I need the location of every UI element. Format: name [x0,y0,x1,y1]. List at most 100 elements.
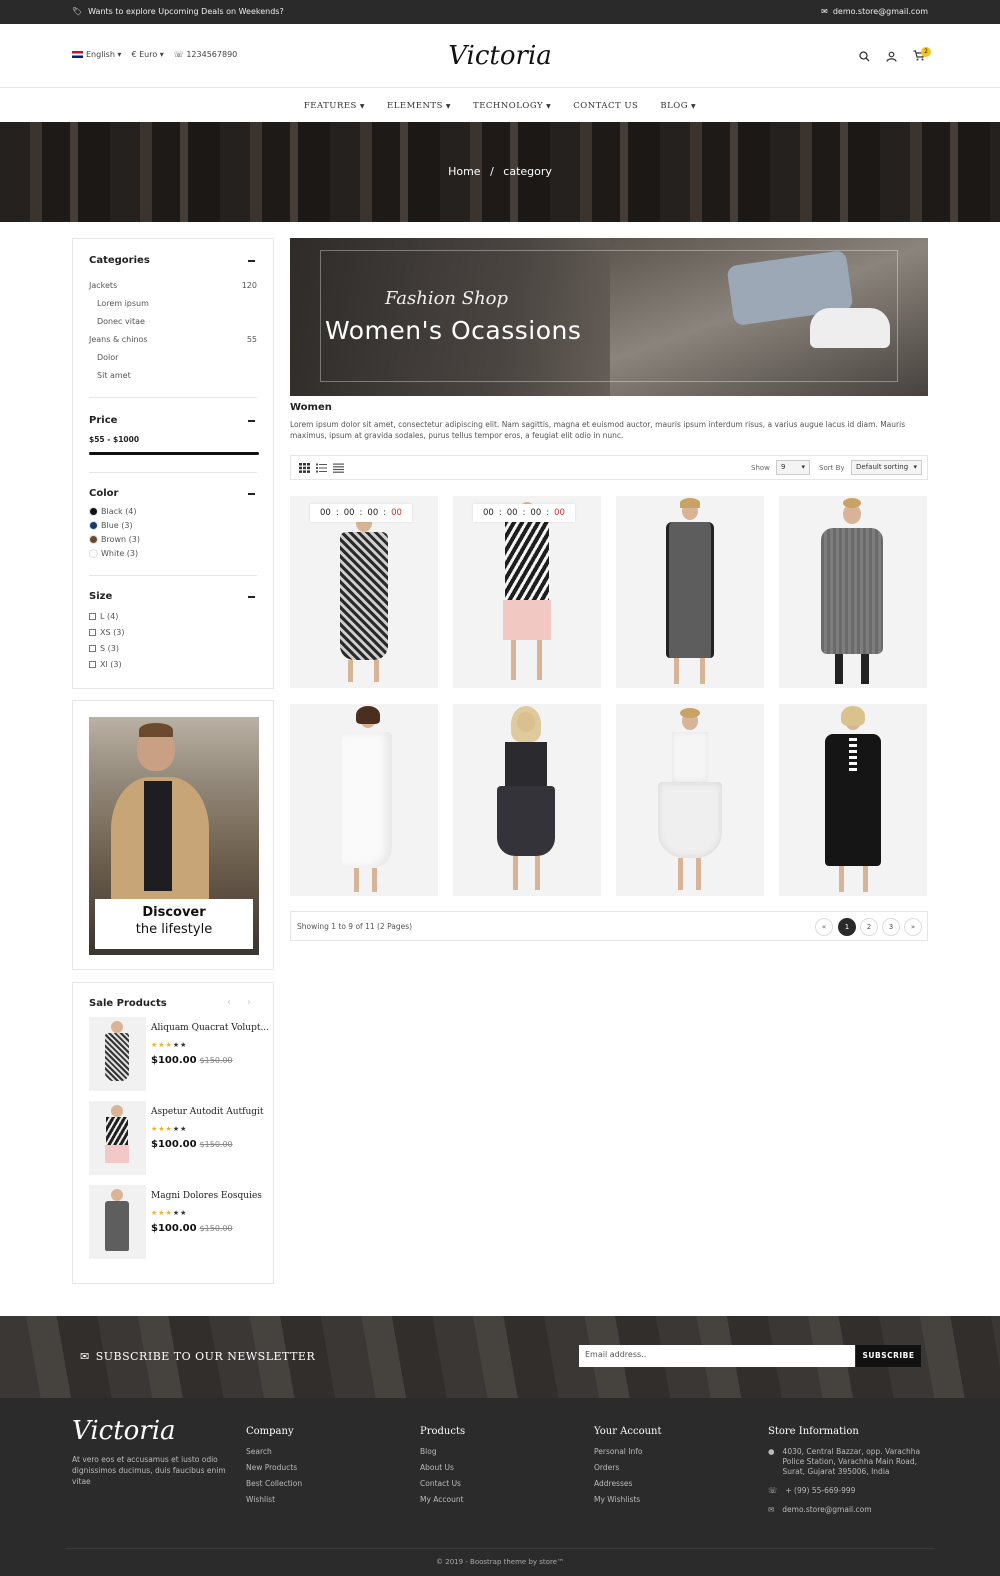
footer-link-personal-info[interactable]: Personal Info [594,1447,662,1456]
collapse-categories-icon[interactable] [248,260,255,262]
old-price: $150.00 [199,1140,233,1149]
product-card[interactable] [779,704,927,896]
sale-product-item[interactable]: Aspetur Autodit Autfugit ★★★★★ $100.00 $1… [89,1101,264,1175]
category-lorem-ipsum[interactable]: Lorem ipsum [97,299,257,308]
show-select[interactable]: 9 ▾ [776,460,810,475]
size-xs-checkbox[interactable]: XS (3) [89,628,124,637]
footer-link-my-account[interactable]: My Account [420,1495,465,1504]
product-name[interactable]: Aspetur Autodit Autfugit [151,1107,264,1117]
footer-link-orders[interactable]: Orders [594,1463,662,1472]
footer-link-blog[interactable]: Blog [420,1447,465,1456]
pagination-page-2[interactable]: 2 [860,918,878,936]
banner-title: Women's Ocassions [325,316,582,345]
price-range-value: $55 - $1000 [89,435,140,444]
breadcrumb-home[interactable]: Home [448,165,480,178]
promo-text: Wants to explore Upcoming Deals on Weeke… [88,7,284,16]
category-jackets[interactable]: Jackets 120 [89,281,257,290]
collapse-color-icon[interactable] [248,493,255,495]
show-label: Show [751,464,770,472]
color-title: Color [89,488,119,499]
rating-stars: ★★★★★ [151,1041,188,1049]
color-black[interactable]: Black (4) [89,507,137,516]
pagination-page-3[interactable]: 3 [882,918,900,936]
pagination-prev[interactable]: « [815,918,833,936]
collapse-size-icon[interactable] [248,596,255,598]
sale-products-title: Sale Products [89,998,167,1009]
product-thumbnail[interactable] [89,1017,146,1091]
category-sit-amet[interactable]: Sit amet [97,371,257,380]
compact-list-icon[interactable] [333,463,344,473]
site-logo[interactable]: Victoria [0,41,1000,71]
nav-blog[interactable]: BLOG ▼ [660,101,696,111]
product-thumbnail[interactable] [89,1185,146,1259]
nav-technology[interactable]: TECHNOLOGY ▼ [473,101,551,111]
footer-link-search[interactable]: Search [246,1447,302,1456]
product-card[interactable] [453,704,601,896]
footer-link-contact-us[interactable]: Contact Us [420,1479,465,1488]
footer-link-best-collection[interactable]: Best Collection [246,1479,302,1488]
sale-product-item[interactable]: Aliquam Quacrat Volupt... ★★★★★ $100.00 $… [89,1017,269,1091]
category-dolor[interactable]: Dolor [97,353,257,362]
sale-products-panel: Sale Products ‹ › Aliquam Quacrat Volupt… [72,982,274,1284]
subscribe-button[interactable]: SUBSCRIBE [856,1345,921,1367]
prev-arrow-icon[interactable]: ‹ [227,997,231,1008]
user-icon[interactable] [886,51,897,62]
breadcrumb-separator: / [490,165,494,178]
grid-view-icon[interactable] [299,463,310,473]
product-price: $100.00 $150.00 [151,1055,233,1066]
pagination-next[interactable]: » [904,918,922,936]
footer-link-my-wishlists[interactable]: My Wishlists [594,1495,662,1504]
product-card[interactable]: 00:00:00:00 [453,496,601,688]
product-price: $100.00 $150.00 [151,1139,233,1150]
sort-select[interactable]: Default sorting ▾ [851,460,922,475]
cart-count-badge: 2 [921,47,931,57]
product-card[interactable] [779,496,927,688]
product-card[interactable] [616,496,764,688]
tag-icon: 🏷 [72,7,83,16]
promo-line2: the lifestyle [135,922,213,937]
category-jeans-chinos[interactable]: Jeans & chinos 55 [89,335,257,344]
product-thumbnail[interactable] [89,1101,146,1175]
footer-link-new-products[interactable]: New Products [246,1463,302,1472]
topbar-email[interactable]: demo.store@gmail.com [833,7,928,16]
promo-image[interactable]: Discover the lifestyle [89,717,259,955]
search-icon[interactable] [859,51,870,62]
pagination-bar: Showing 1 to 9 of 11 (2 Pages) « 1 2 3 » [290,911,928,941]
footer-link-wishlist[interactable]: Wishlist [246,1495,302,1504]
price-slider[interactable] [89,452,259,455]
category-donec-vitae[interactable]: Donec vitae [97,317,257,326]
size-l-checkbox[interactable]: L (4) [89,612,118,621]
product-name[interactable]: Aliquam Quacrat Volupt... [151,1023,269,1033]
color-white[interactable]: White (3) [89,549,138,558]
color-blue[interactable]: Blue (3) [89,521,133,530]
footer-link-addresses[interactable]: Addresses [594,1479,662,1488]
mail-icon: ✉ [80,1350,90,1363]
nav-elements[interactable]: ELEMENTS ▼ [387,101,451,111]
size-s-checkbox[interactable]: S (3) [89,644,119,653]
location-pin-icon: ● [768,1447,775,1456]
product-name[interactable]: Magni Dolores Eosquies [151,1191,262,1201]
color-brown[interactable]: Brown (3) [89,535,140,544]
rating-stars: ★★★★★ [151,1125,188,1133]
collapse-price-icon[interactable] [248,420,255,422]
newsletter-email-input[interactable]: Email address.. [579,1345,855,1367]
nav-contact-us[interactable]: CONTACT US [573,101,638,111]
sale-product-item[interactable]: Magni Dolores Eosquies ★★★★★ $100.00 $150… [89,1185,262,1259]
cart-button[interactable]: 2 [913,47,931,63]
product-card[interactable]: 00:00:00:00 [290,496,438,688]
pagination-page-1[interactable]: 1 [838,918,856,936]
footer-link-about-us[interactable]: About Us [420,1463,465,1472]
list-view-icon[interactable] [316,463,327,473]
category-banner[interactable]: Fashion Shop Women's Ocassions [290,238,928,396]
size-xl-checkbox[interactable]: Xl (3) [89,660,122,669]
product-card[interactable] [616,704,764,896]
store-email[interactable]: ✉ demo.store@gmail.com [768,1505,938,1515]
categories-title: Categories [89,255,150,266]
store-phone[interactable]: ☏ + (99) 55-669-999 [768,1486,938,1496]
category-description: Lorem ipsum dolor sit amet, consectetur … [290,420,906,440]
footer-logo[interactable]: Victoria [72,1416,232,1446]
footer-company-title: Company [246,1426,294,1437]
nav-features[interactable]: FEATURES ▼ [304,101,365,111]
product-card[interactable] [290,704,438,896]
next-arrow-icon[interactable]: › [247,997,251,1008]
